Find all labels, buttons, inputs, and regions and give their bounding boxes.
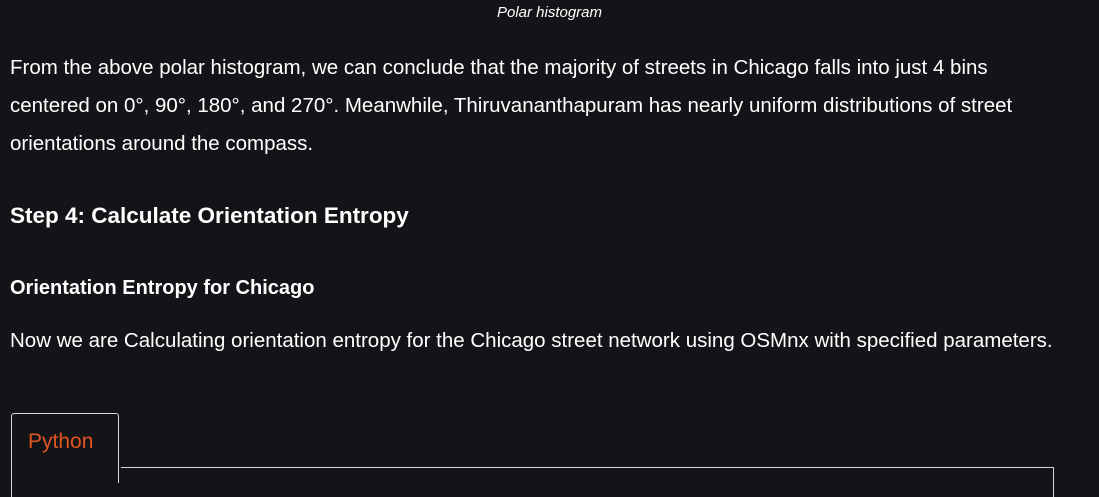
conclusion-paragraph: From the above polar histogram, we can c… (10, 56, 1013, 155)
code-tabs: Python (11, 413, 1054, 497)
figure-caption: Polar histogram (496, 4, 603, 21)
tab-python-label: Python (28, 430, 94, 453)
intro-paragraph: Now we are Calculating orientation entro… (10, 329, 1053, 352)
subsection-heading: Orientation Entropy for Chicago (10, 277, 315, 299)
tab-python[interactable]: Python (11, 413, 119, 483)
section-heading: Step 4: Calculate Orientation Entropy (10, 203, 409, 228)
code-block (11, 467, 1054, 497)
